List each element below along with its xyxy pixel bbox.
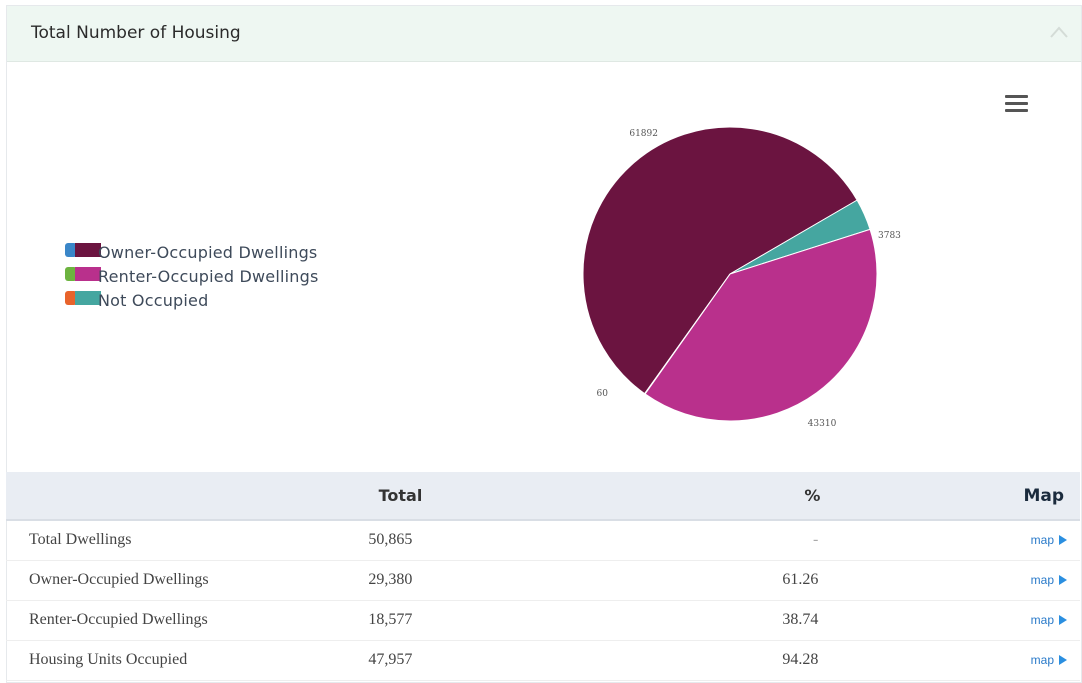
- panel-title: Total Number of Housing: [31, 23, 241, 43]
- legend-item-not-occupied[interactable]: Not Occupied: [65, 288, 319, 312]
- map-link[interactable]: map: [1031, 573, 1054, 587]
- row-map-cell: map: [990, 600, 1080, 640]
- row-total: 29,380: [368, 571, 413, 588]
- map-link[interactable]: map: [1031, 613, 1054, 627]
- pie-data-label: 3783: [878, 231, 901, 241]
- play-arrow-icon[interactable]: [1059, 535, 1067, 546]
- column-header-total[interactable]: Total: [292, 472, 771, 521]
- row-total: 47,957: [368, 651, 413, 668]
- legend-label: Renter-Occupied Dwellings: [98, 266, 319, 286]
- table-row: Housing Units Occupied 47,957 94.28 map: [6, 640, 1080, 680]
- row-percent: 94.28: [782, 651, 819, 668]
- legend-label: Not Occupied: [98, 290, 209, 310]
- table-row: Owner-Occupied Dwellings 29,380 61.26 ma…: [6, 560, 1080, 600]
- table-row: Renter-Occupied Dwellings 18,577 38.74 m…: [6, 600, 1080, 640]
- pie-data-label: 61892: [629, 129, 658, 139]
- pie-chart: 61892 3783 43310 60: [582, 126, 901, 429]
- column-header-map: Map: [990, 472, 1080, 521]
- housing-table: Total % Map Total Dwellings 50,865 - map…: [6, 472, 1080, 681]
- row-total: 50,865: [368, 531, 413, 549]
- row-percent: 38.74: [782, 611, 819, 628]
- chart-legend: Owner-Occupied Dwellings Renter-Occupied…: [65, 240, 319, 312]
- table-row: Total Dwellings 50,865 - map: [6, 520, 1080, 560]
- row-name: Housing Units Occupied: [29, 651, 188, 668]
- play-arrow-icon[interactable]: [1059, 655, 1067, 665]
- row-name: Renter-Occupied Dwellings: [29, 611, 208, 628]
- row-map-cell: map: [990, 520, 1080, 560]
- legend-item-owner[interactable]: Owner-Occupied Dwellings: [65, 240, 319, 264]
- row-map-cell: map: [990, 560, 1080, 600]
- column-header-percent[interactable]: %: [770, 472, 991, 521]
- housing-table-wrap: Total % Map Total Dwellings 50,865 - map…: [6, 472, 1080, 681]
- chevron-up-icon[interactable]: [1049, 24, 1069, 40]
- row-total: 18,577: [368, 611, 413, 628]
- row-map-cell: map: [990, 640, 1080, 680]
- table-header-row: Total % Map: [6, 472, 1080, 521]
- row-name: Total Dwellings: [29, 531, 132, 549]
- pie-data-label: 43310: [808, 419, 837, 429]
- row-percent: -: [813, 531, 819, 549]
- legend-label: Owner-Occupied Dwellings: [98, 242, 318, 262]
- legend-item-renter[interactable]: Renter-Occupied Dwellings: [65, 264, 319, 288]
- pie-data-label: 60: [597, 389, 609, 399]
- row-percent: 61.26: [782, 571, 819, 588]
- map-link[interactable]: map: [1031, 533, 1054, 547]
- chart-menu-icon[interactable]: [1005, 95, 1031, 115]
- map-link[interactable]: map: [1031, 653, 1054, 667]
- play-arrow-icon[interactable]: [1059, 575, 1067, 585]
- play-arrow-icon[interactable]: [1059, 615, 1067, 625]
- row-name: Owner-Occupied Dwellings: [29, 571, 209, 588]
- panel-header[interactable]: Total Number of Housing: [7, 6, 1081, 62]
- column-header-name: [6, 472, 293, 521]
